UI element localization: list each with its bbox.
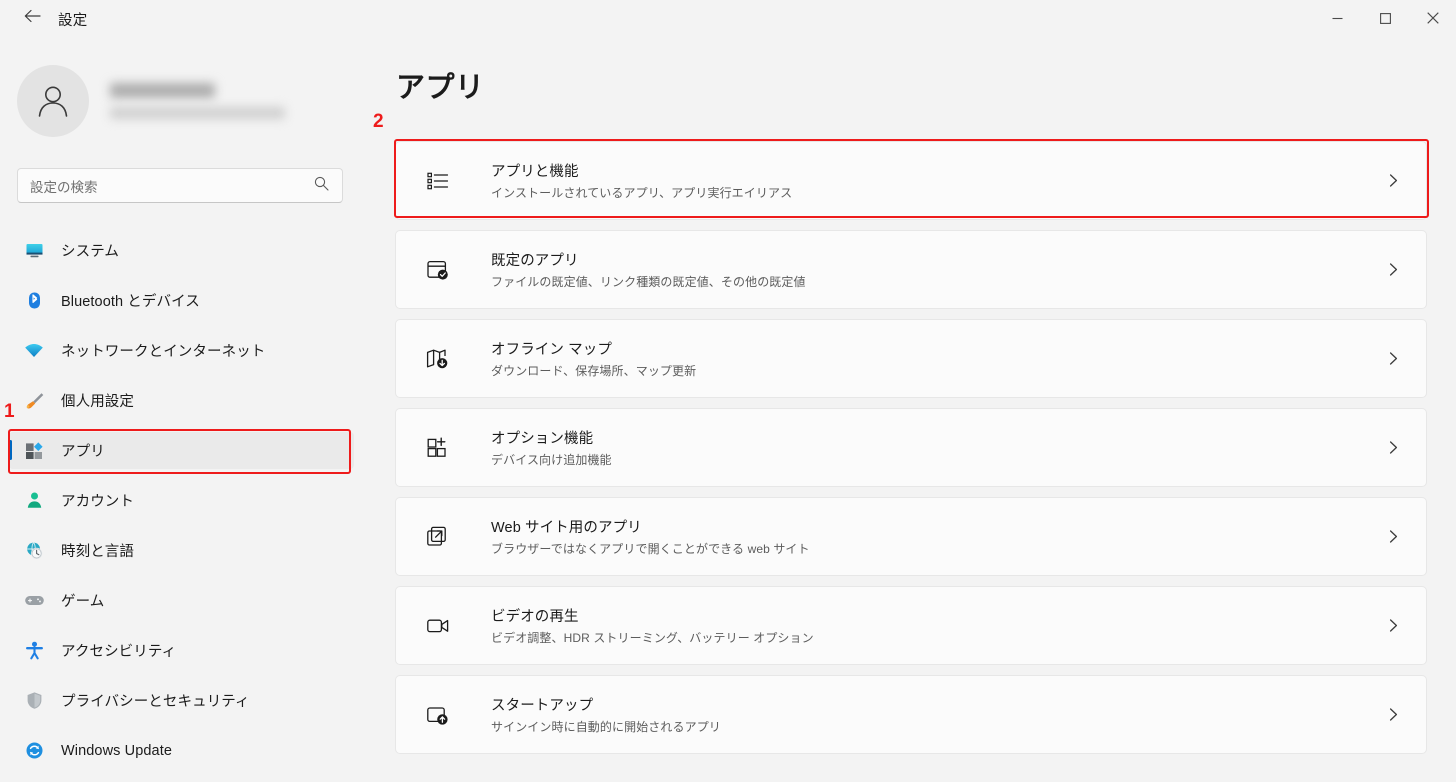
annotation-number-2: 2 — [373, 111, 384, 132]
card-title: オプション機能 — [491, 431, 594, 447]
back-button[interactable] — [18, 6, 46, 30]
card-video-playback[interactable]: ビデオの再生 ビデオ調整、HDR ストリーミング、バッテリー オプション — [395, 586, 1427, 665]
card-subtitle: ファイルの既定値、リンク種類の既定値、その他の既定値 — [491, 275, 806, 289]
chevron-right-icon — [1387, 708, 1400, 721]
card-subtitle: インストールされているアプリ、アプリ実行エイリアス — [491, 186, 793, 200]
chevron-right-icon — [1387, 619, 1400, 632]
annotation-number-1: 1 — [4, 401, 15, 422]
back-arrow-icon — [24, 9, 41, 28]
chevron-right-icon — [1387, 352, 1400, 365]
page-title: アプリ — [396, 72, 485, 104]
card-startup[interactable]: スタートアップ サインイン時に自動的に開始されるアプリ — [395, 675, 1427, 754]
settings-card-list: アプリと機能 インストールされているアプリ、アプリ実行エイリアス 既定のアプリ … — [395, 141, 1427, 764]
sidebar-item-gaming[interactable]: ゲーム — [9, 582, 354, 619]
user-name-redacted — [110, 83, 215, 98]
sidebar-item-label: アプリ — [61, 444, 105, 460]
card-text: オプション機能 デバイス向け追加機能 — [491, 427, 612, 468]
card-optional-features[interactable]: オプション機能 デバイス向け追加機能 — [395, 408, 1427, 487]
search-icon — [314, 176, 329, 196]
map-download-icon — [423, 344, 453, 374]
chevron-right-icon — [1387, 530, 1400, 543]
sidebar-item-label: ゲーム — [61, 594, 105, 610]
sidebar-item-accounts[interactable]: アカウント — [9, 482, 354, 519]
sidebar-item-label: アクセシビリティ — [61, 644, 177, 660]
account-person-icon — [23, 490, 45, 512]
card-text: 既定のアプリ ファイルの既定値、リンク種類の既定値、その他の既定値 — [491, 249, 806, 290]
chevron-right-icon — [1387, 263, 1400, 276]
sidebar: 設定の検索 システム Bluetooth とデバイス ネットワークとインターネッ… — [0, 36, 360, 771]
sidebar-item-label: Windows Update — [61, 742, 173, 759]
system-monitor-icon — [23, 240, 45, 262]
app-title: 設定 — [58, 13, 88, 29]
sidebar-item-label: Bluetooth とデバイス — [61, 294, 200, 310]
external-link-icon — [423, 522, 453, 552]
card-subtitle: ビデオ調整、HDR ストリーミング、バッテリー オプション — [491, 631, 814, 645]
sidebar-item-bluetooth-devices[interactable]: Bluetooth とデバイス — [9, 282, 354, 319]
sidebar-item-label: アカウント — [61, 494, 134, 510]
gamepad-icon — [23, 590, 45, 612]
card-title: ビデオの再生 — [491, 609, 579, 625]
wifi-icon — [23, 340, 45, 362]
card-subtitle: デバイス向け追加機能 — [491, 453, 612, 467]
card-apps-and-features[interactable]: アプリと機能 インストールされているアプリ、アプリ実行エイリアス — [395, 141, 1427, 220]
person-avatar-icon — [38, 86, 68, 117]
card-subtitle: ブラウザーではなくアプリで開くことができる web サイト — [491, 542, 810, 556]
card-text: アプリと機能 インストールされているアプリ、アプリ実行エイリアス — [491, 160, 792, 201]
sidebar-nav: システム Bluetooth とデバイス ネットワークとインターネット 個人用設… — [9, 232, 354, 782]
sidebar-item-accessibility[interactable]: アクセシビリティ — [9, 632, 354, 669]
sidebar-item-windows-update[interactable]: Windows Update — [9, 732, 354, 769]
card-title: アプリと機能 — [491, 164, 579, 180]
card-title: スタートアップ — [491, 698, 594, 714]
card-subtitle: サインイン時に自動的に開始されるアプリ — [491, 720, 721, 734]
sidebar-item-label: 個人用設定 — [61, 394, 134, 410]
card-text: オフライン マップ ダウンロード、保存場所、マップ更新 — [491, 338, 696, 379]
shield-icon — [23, 690, 45, 712]
minimize-button[interactable] — [1314, 0, 1361, 36]
update-refresh-icon — [23, 740, 45, 762]
card-subtitle: ダウンロード、保存場所、マップ更新 — [491, 364, 697, 378]
close-button[interactable] — [1409, 0, 1456, 36]
window-controls — [1314, 0, 1456, 36]
chevron-right-icon — [1387, 441, 1400, 454]
chevron-right-icon — [1387, 174, 1400, 187]
card-apps-for-websites[interactable]: Web サイト用のアプリ ブラウザーではなくアプリで開くことができる web サ… — [395, 497, 1427, 576]
sidebar-item-apps[interactable]: アプリ — [9, 432, 354, 469]
main-content: アプリ アプリと機能 インストールされているアプリ、アプリ実行エイリアス 既定の… — [360, 36, 1456, 771]
bluetooth-icon — [23, 290, 45, 312]
user-email-redacted — [110, 107, 285, 119]
user-profile[interactable] — [17, 65, 285, 137]
card-title: Web サイト用のアプリ — [491, 520, 642, 536]
sidebar-item-network-internet[interactable]: ネットワークとインターネット — [9, 332, 354, 369]
sidebar-item-label: 時刻と言語 — [61, 544, 134, 560]
title-bar: 設定 — [0, 0, 1456, 36]
apps-icon — [23, 440, 45, 462]
card-text: Web サイト用のアプリ ブラウザーではなくアプリで開くことができる web サ… — [491, 516, 810, 557]
card-default-apps[interactable]: 既定のアプリ ファイルの既定値、リンク種類の既定値、その他の既定値 — [395, 230, 1427, 309]
card-text: ビデオの再生 ビデオ調整、HDR ストリーミング、バッテリー オプション — [491, 605, 814, 646]
video-camera-icon — [423, 611, 453, 641]
search-input[interactable]: 設定の検索 — [30, 176, 314, 196]
sidebar-item-system[interactable]: システム — [9, 232, 354, 269]
avatar — [17, 65, 89, 137]
accessibility-icon — [23, 640, 45, 662]
grid-plus-icon — [423, 433, 453, 463]
maximize-button[interactable] — [1362, 0, 1409, 36]
card-title: 既定のアプリ — [491, 253, 579, 269]
card-text: スタートアップ サインイン時に自動的に開始されるアプリ — [491, 694, 721, 735]
card-offline-maps[interactable]: オフライン マップ ダウンロード、保存場所、マップ更新 — [395, 319, 1427, 398]
sidebar-item-time-language[interactable]: 時刻と言語 — [9, 532, 354, 569]
sidebar-item-label: ネットワークとインターネット — [61, 344, 266, 360]
paintbrush-icon — [23, 390, 45, 412]
sidebar-item-privacy-security[interactable]: プライバシーとセキュリティ — [9, 682, 354, 719]
profile-text — [110, 83, 285, 119]
startup-upload-icon — [423, 700, 453, 730]
list-bullets-icon — [423, 166, 453, 196]
window-check-icon — [423, 255, 453, 285]
clock-globe-icon — [23, 540, 45, 562]
search-box[interactable]: 設定の検索 — [17, 168, 343, 203]
sidebar-item-label: プライバシーとセキュリティ — [61, 694, 250, 710]
card-title: オフライン マップ — [491, 342, 612, 358]
sidebar-item-label: システム — [61, 244, 119, 260]
sidebar-item-personalization[interactable]: 個人用設定 — [9, 382, 354, 419]
